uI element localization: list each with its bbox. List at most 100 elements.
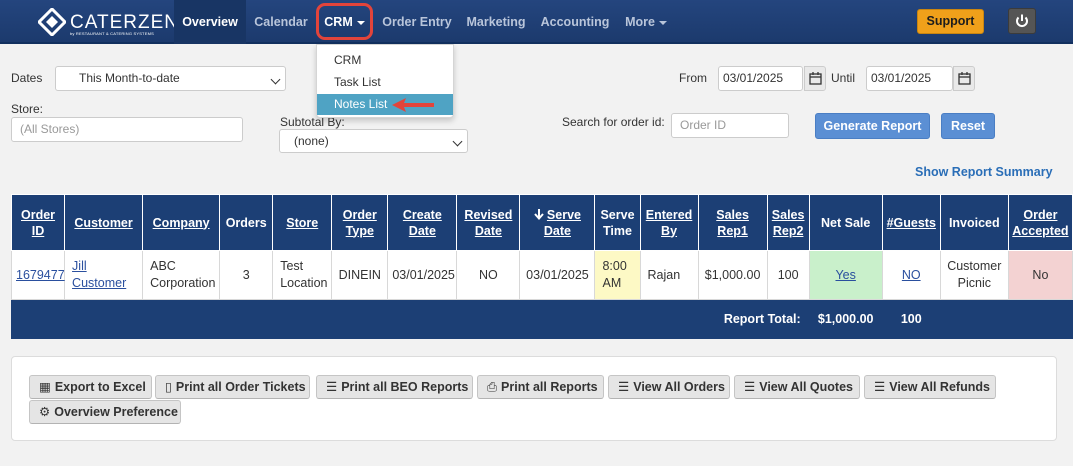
- top-navbar: CATERZEN by RESTAURANT & CATERING SYSTEM…: [0, 0, 1073, 44]
- order-id-link[interactable]: 1679477: [16, 268, 65, 282]
- total-empty-cell: [939, 299, 1009, 339]
- col-store[interactable]: Store: [272, 194, 333, 251]
- crm-highlight-box: [316, 3, 373, 40]
- col-order-type[interactable]: Order Type: [331, 194, 389, 251]
- view-all-orders-button[interactable]: ☰ View All Orders: [608, 375, 730, 399]
- logo-subtitle: by RESTAURANT & CATERING SYSTEMS: [70, 31, 154, 36]
- lines-icon: ☰: [874, 380, 886, 394]
- subtotal-select[interactable]: (none): [279, 129, 468, 153]
- report-total-label: Report Total:: [11, 299, 810, 339]
- col-invoiced: Invoiced: [939, 194, 1009, 251]
- from-date-input[interactable]: 03/01/2025: [718, 66, 803, 91]
- col-sales-rep2[interactable]: Sales Rep2: [766, 194, 810, 251]
- order-accepted-cell: No: [1007, 250, 1073, 300]
- generate-report-button[interactable]: Generate Report: [815, 113, 930, 139]
- company-cell: ABC Corporation: [142, 250, 221, 300]
- nav-more[interactable]: More: [621, 0, 671, 44]
- ticket-icon: ▯: [165, 380, 172, 394]
- until-label: Until: [831, 71, 856, 85]
- logo-text: CATERZEN: [70, 11, 179, 33]
- gear-icon: ⚙: [39, 405, 51, 419]
- create-date-cell: 03/01/2025: [387, 250, 458, 300]
- dates-label: Dates: [11, 71, 43, 85]
- col-order-accepted[interactable]: Order Accepted: [1007, 194, 1073, 251]
- list-icon: ☰: [326, 380, 338, 394]
- print-beo-reports-button[interactable]: ☰ Print all BEO Reports: [316, 375, 473, 399]
- reset-button[interactable]: Reset: [941, 113, 995, 139]
- dates-select[interactable]: This Month-to-date: [55, 66, 286, 91]
- col-serve-time: Serve Time: [594, 194, 641, 251]
- actions-panel: ▦ Export to Excel ▯ Print all Order Ticket…: [11, 356, 1057, 441]
- support-button[interactable]: Support: [917, 9, 984, 34]
- printer-icon: ⎙: [487, 380, 498, 394]
- col-net-sale: Net Sale: [808, 194, 883, 251]
- col-sales-rep1[interactable]: Sales Rep1: [697, 194, 768, 251]
- arrow-down-icon: [534, 208, 544, 220]
- customer-link[interactable]: Jill Customer: [72, 259, 126, 290]
- store-cell: Test Location: [272, 250, 333, 300]
- col-revised-date[interactable]: Revised Date: [456, 194, 521, 251]
- list-icon: ☰: [744, 380, 756, 394]
- serve-date-cell: 03/01/2025: [519, 250, 596, 300]
- order-type-cell: DINEIN: [331, 250, 389, 300]
- total-empty-cell: [1007, 299, 1073, 339]
- store-label: Store:: [11, 102, 44, 116]
- col-customer[interactable]: Customer: [64, 194, 144, 251]
- export-to-excel-button[interactable]: ▦ Export to Excel: [29, 375, 152, 399]
- from-calendar-button[interactable]: [804, 66, 826, 91]
- view-all-quotes-button[interactable]: ☰ View All Quotes: [734, 375, 860, 399]
- invoiced-cell: Customer Picnic: [939, 250, 1009, 300]
- chevron-down-icon: [270, 74, 281, 85]
- col-order-id[interactable]: Order ID: [10, 194, 66, 251]
- col-orders: Orders: [219, 194, 274, 251]
- power-button[interactable]: [1008, 8, 1036, 34]
- until-calendar-button[interactable]: [953, 66, 975, 91]
- net-sale-link[interactable]: Yes: [835, 268, 855, 282]
- overview-preference-button[interactable]: ⚙ Overview Preference: [29, 400, 181, 424]
- orders-table: Order ID Customer Company Orders Store Or…: [10, 194, 1073, 339]
- nav-calendar[interactable]: Calendar: [250, 0, 312, 44]
- view-all-refunds-button[interactable]: ☰ View All Refunds: [864, 375, 996, 399]
- nav-marketing[interactable]: Marketing: [464, 0, 528, 44]
- guests-link[interactable]: NO: [902, 268, 921, 282]
- chevron-down-icon: [658, 20, 667, 25]
- col-company[interactable]: Company: [142, 194, 221, 251]
- from-label: From: [679, 71, 707, 85]
- col-entered-by[interactable]: Entered By: [639, 194, 699, 251]
- revised-date-cell: NO: [456, 250, 521, 300]
- sales-rep1-cell: $1,000.00: [697, 250, 768, 300]
- red-pointer-arrow-icon: [392, 98, 434, 112]
- calendar-icon: [809, 72, 822, 85]
- orders-cell: 3: [219, 250, 274, 300]
- col-create-date[interactable]: Create Date: [387, 194, 458, 251]
- table-row: 1679477 Jill Customer ABC Corporation 3 Te…: [10, 250, 1073, 300]
- serve-time-cell: 8:00 AM: [594, 250, 641, 300]
- grid-icon: ▦: [39, 380, 51, 394]
- col-guests[interactable]: #Guests: [881, 194, 941, 251]
- caterzen-logo[interactable]: CATERZEN by RESTAURANT & CATERING SYSTEM…: [36, 6, 179, 38]
- chevron-down-icon: [452, 136, 463, 147]
- nav-order-entry[interactable]: Order Entry: [380, 0, 454, 44]
- menu-item-crm[interactable]: CRM: [317, 50, 453, 71]
- search-order-label: Search for order id:: [562, 115, 665, 129]
- menu-item-task-list[interactable]: Task List: [317, 72, 453, 93]
- diamond-logo-icon: [36, 6, 68, 38]
- print-order-tickets-button[interactable]: ▯ Print all Order Tickets: [155, 375, 310, 399]
- sales-rep2-cell: 100: [766, 250, 810, 300]
- lines-icon: ☰: [618, 380, 630, 394]
- show-report-summary-link[interactable]: Show Report Summary: [915, 165, 1053, 179]
- table-header-row: Order ID Customer Company Orders Store Or…: [10, 194, 1073, 251]
- print-all-reports-button[interactable]: ⎙ Print all Reports: [477, 375, 604, 399]
- report-total-guests: 100: [881, 299, 941, 339]
- col-serve-date[interactable]: Serve Date: [519, 194, 596, 251]
- nav-accounting[interactable]: Accounting: [539, 0, 611, 44]
- store-input[interactable]: (All Stores): [11, 117, 243, 142]
- report-total-row: Report Total: $1,000.00 100: [11, 299, 1073, 339]
- until-date-input[interactable]: 03/01/2025: [866, 66, 953, 91]
- order-id-search-input[interactable]: Order ID: [671, 113, 789, 138]
- calendar-icon: [958, 72, 971, 85]
- entered-by-cell: Rajan: [639, 250, 699, 300]
- nav-overview[interactable]: Overview: [174, 0, 246, 44]
- power-icon: [1016, 14, 1028, 27]
- report-total-amount: $1,000.00: [808, 299, 883, 339]
